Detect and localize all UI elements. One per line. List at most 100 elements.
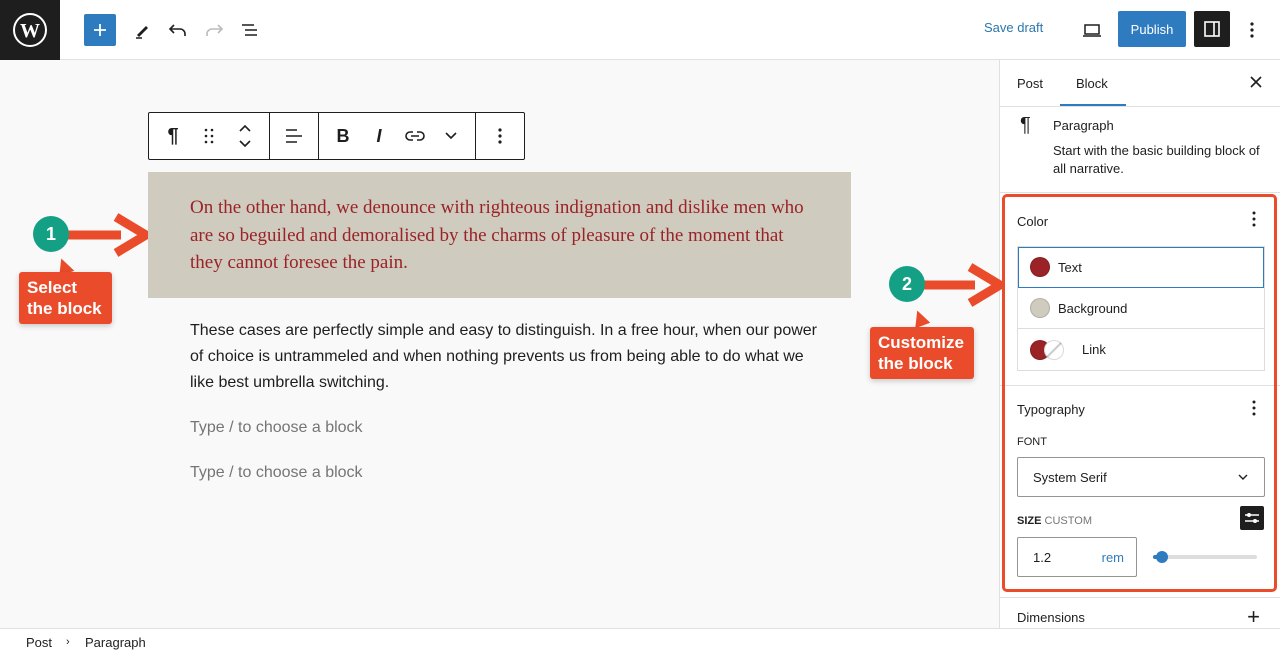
arrow-1-icon <box>66 213 148 257</box>
color-item-background[interactable]: Background <box>1018 288 1264 329</box>
block-toolbar-group-options <box>476 113 524 159</box>
block-toolbar: ¶ B I <box>148 112 525 160</box>
divider <box>1000 597 1280 598</box>
undo-button[interactable] <box>162 14 194 46</box>
selected-paragraph-text[interactable]: On the other hand, we denounce with righ… <box>190 194 809 277</box>
tools-button[interactable] <box>126 14 158 46</box>
move-up-down-buttons[interactable] <box>227 113 263 159</box>
breadcrumb-paragraph[interactable]: Paragraph <box>85 635 146 650</box>
chevron-down-icon <box>445 132 457 140</box>
bold-button[interactable]: B <box>325 113 361 159</box>
step-1-badge: 1 <box>33 216 69 252</box>
color-item-text[interactable]: Text <box>1018 247 1264 288</box>
link-icon <box>405 131 425 141</box>
kebab-icon <box>1252 211 1256 227</box>
document-overview-button[interactable] <box>234 14 266 46</box>
color-item-label: Background <box>1058 300 1128 316</box>
list-view-icon <box>242 24 257 36</box>
font-family-value: System Serif <box>1033 469 1107 485</box>
close-icon <box>1250 76 1262 88</box>
callout-1: Select the block <box>19 272 112 324</box>
align-left-icon <box>286 129 302 143</box>
text-color-swatch <box>1030 257 1050 277</box>
paragraph-block-type-button[interactable]: ¶ <box>155 113 191 159</box>
size-label-text: SIZE <box>1017 515 1042 527</box>
breadcrumb-post[interactable]: Post <box>26 635 52 650</box>
tab-block[interactable]: Block <box>1076 76 1108 91</box>
link-color-swatches <box>1030 339 1072 360</box>
divider <box>1000 192 1280 193</box>
color-item-label: Link <box>1082 342 1106 357</box>
font-size-value: 1.2 <box>1033 549 1052 565</box>
block-card-title: Paragraph <box>1053 118 1114 133</box>
laptop-icon <box>1083 24 1101 37</box>
drag-icon <box>204 128 214 144</box>
font-label: FONT <box>1017 436 1047 448</box>
kebab-icon <box>498 128 502 144</box>
empty-block-placeholder[interactable]: Type / to choose a block <box>190 419 363 437</box>
plus-icon <box>94 24 106 36</box>
italic-button[interactable]: I <box>361 113 397 159</box>
drag-handle[interactable] <box>191 113 227 159</box>
block-breadcrumb-bar: Post › Paragraph <box>0 628 1280 653</box>
save-draft-button[interactable]: Save draft <box>984 20 1043 35</box>
block-options-button[interactable] <box>482 113 518 159</box>
kebab-icon <box>1250 22 1254 38</box>
callout-2: Customize the block <box>870 327 974 379</box>
step-2-badge: 2 <box>889 266 925 302</box>
font-family-select[interactable]: System Serif <box>1017 457 1265 497</box>
more-formats-button[interactable] <box>433 113 469 159</box>
chevron-up-down-icon <box>239 124 251 148</box>
divider <box>1000 385 1280 386</box>
active-tab-indicator <box>1060 104 1126 106</box>
typography-panel-title: Typography <box>1017 402 1085 417</box>
editor-header: W Save draft Publish <box>0 0 1280 60</box>
breadcrumb-separator-icon: › <box>66 636 70 648</box>
undo-icon <box>168 24 186 36</box>
font-size-input[interactable]: 1.2 rem <box>1017 537 1137 577</box>
settings-toggle-button[interactable] <box>1194 11 1230 47</box>
block-toolbar-group-align <box>270 113 319 159</box>
custom-size-toggle-button[interactable] <box>1240 506 1264 530</box>
color-panel-options-button[interactable] <box>1252 211 1256 232</box>
slider-thumb[interactable] <box>1156 551 1169 563</box>
font-size-slider[interactable] <box>1153 551 1257 563</box>
plus-icon: + <box>1247 604 1260 629</box>
color-item-label: Text <box>1058 259 1082 275</box>
block-inserter-button[interactable] <box>84 14 116 46</box>
preview-button[interactable] <box>1076 14 1108 46</box>
empty-block-placeholder[interactable]: Type / to choose a block <box>190 464 363 482</box>
background-color-swatch <box>1030 298 1050 318</box>
redo-icon <box>206 24 224 36</box>
close-sidebar-button[interactable] <box>1250 72 1262 93</box>
bold-icon: B <box>336 125 350 146</box>
color-list: Text Background Link <box>1017 246 1265 371</box>
tab-post[interactable]: Post <box>1017 76 1043 91</box>
chevron-down-icon <box>1238 474 1248 480</box>
color-item-link[interactable]: Link <box>1018 329 1264 370</box>
align-button[interactable] <box>276 113 312 159</box>
redo-button[interactable] <box>198 14 230 46</box>
selected-paragraph-block[interactable]: On the other hand, we denounce with righ… <box>148 172 851 298</box>
typography-panel-options-button[interactable] <box>1252 400 1256 421</box>
dimensions-panel-title: Dimensions <box>1017 610 1085 625</box>
link-button[interactable] <box>397 113 433 159</box>
wordpress-logo-icon[interactable]: W <box>0 0 60 60</box>
svg-text:W: W <box>20 20 40 42</box>
size-custom-label: CUSTOM <box>1044 515 1092 527</box>
settings-sliders-icon <box>1245 513 1259 523</box>
paragraph-block[interactable]: These cases are perfectly simple and eas… <box>190 318 830 396</box>
font-size-unit-select[interactable]: rem <box>1102 550 1124 565</box>
arrow-2-icon <box>920 263 1002 307</box>
options-menu-button[interactable] <box>1236 14 1268 46</box>
block-card-description: Start with the basic building block of a… <box>1053 143 1260 176</box>
paragraph-icon: ¶ <box>1020 114 1031 136</box>
settings-sidebar: Post Block ¶ Paragraph Start with the ba… <box>999 60 1280 630</box>
kebab-icon <box>1252 400 1256 416</box>
sidebar-tabs: Post Block <box>1000 60 1280 107</box>
pencil-icon <box>136 26 148 39</box>
link-hover-color-swatch-empty <box>1044 339 1064 360</box>
publish-button[interactable]: Publish <box>1118 11 1186 47</box>
paragraph-icon: ¶ <box>167 124 179 147</box>
add-dimensions-button[interactable]: + <box>1247 604 1260 630</box>
